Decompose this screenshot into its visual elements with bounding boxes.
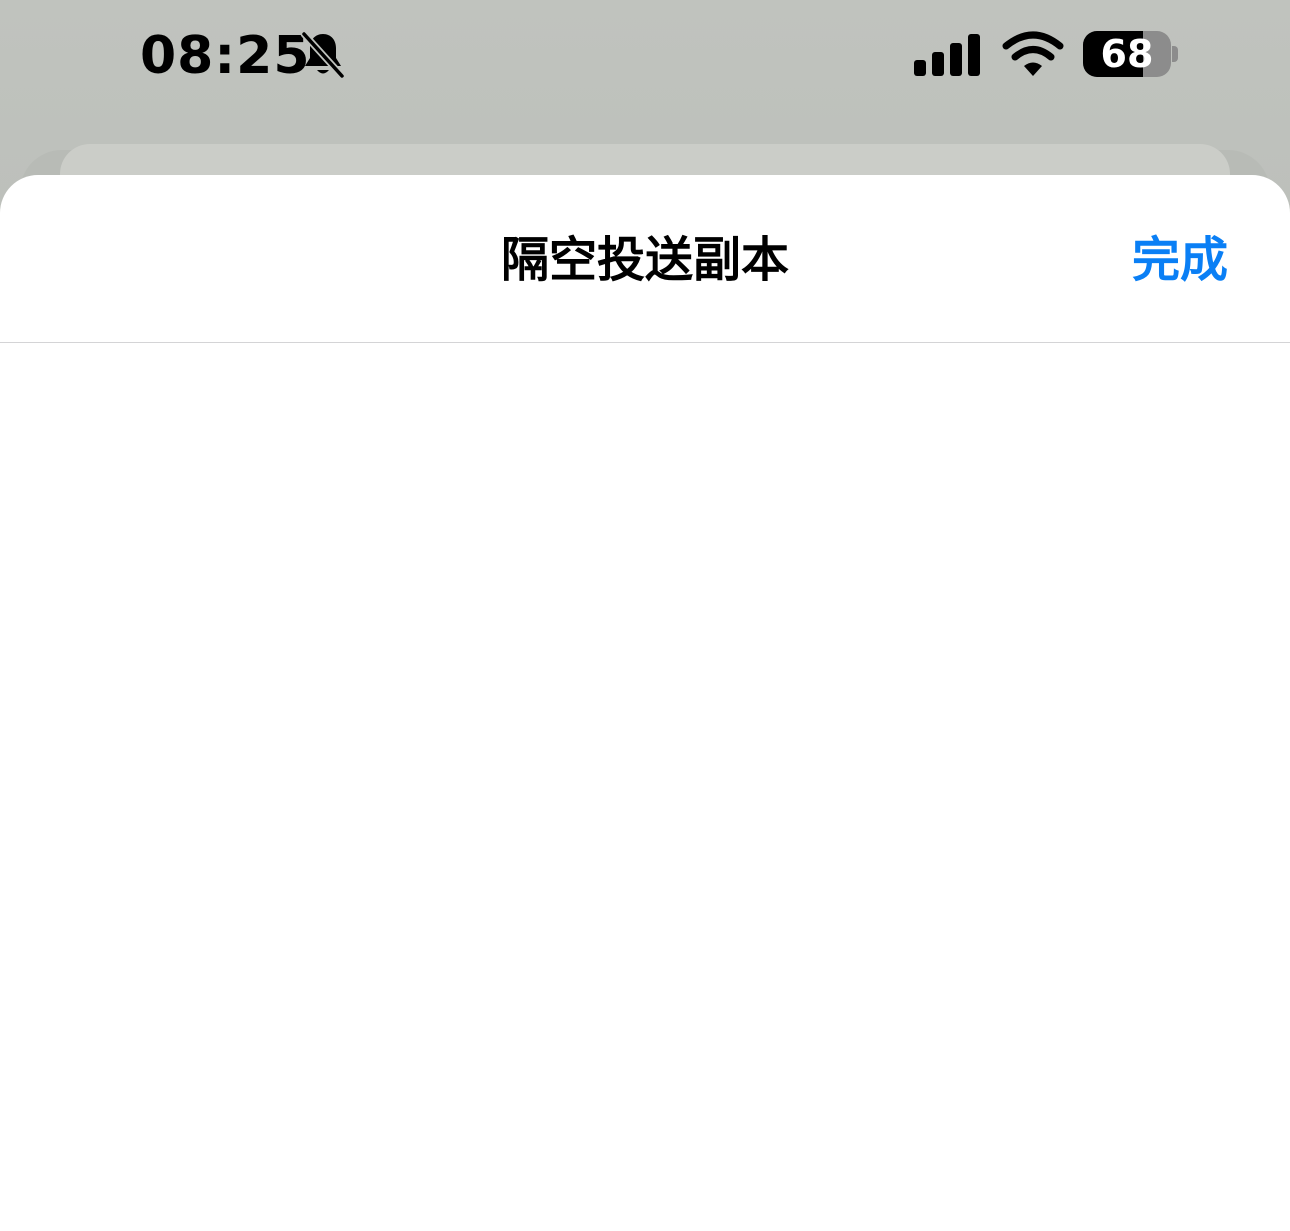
bell-slash-icon: [300, 30, 346, 80]
status-bar: 08:25 68: [0, 0, 1290, 110]
battery-level: 68: [1100, 32, 1154, 76]
sheet-nav-bar: 隔空投送副本 完成: [0, 175, 1290, 343]
done-button[interactable]: 完成: [1132, 227, 1228, 293]
battery-icon: 68: [1083, 31, 1171, 77]
status-time: 08:25: [140, 26, 311, 86]
sheet-content: [0, 343, 1290, 1231]
airdrop-copy-sheet: 隔空投送副本 完成: [0, 175, 1290, 1231]
battery-cap: [1172, 46, 1178, 62]
cellular-signal-icon: [914, 34, 980, 76]
sheet-title: 隔空投送副本: [500, 232, 789, 288]
wifi-icon: [1002, 31, 1064, 76]
